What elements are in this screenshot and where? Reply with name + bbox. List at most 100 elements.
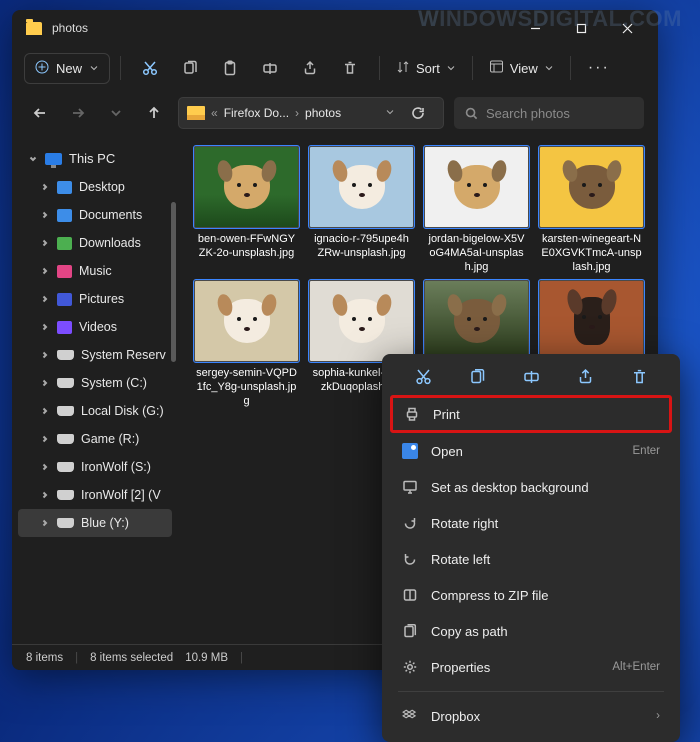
ctx-compress[interactable]: Compress to ZIP file bbox=[388, 577, 674, 613]
back-button[interactable] bbox=[26, 99, 54, 127]
folder-icon bbox=[187, 106, 205, 120]
ctx-quick-actions bbox=[388, 362, 674, 395]
ctx-rotate-left[interactable]: Rotate left bbox=[388, 541, 674, 577]
sidebar-this-pc[interactable]: This PC bbox=[12, 144, 178, 173]
window-title: photos bbox=[52, 21, 512, 35]
drive-icon bbox=[57, 350, 74, 360]
share-icon[interactable] bbox=[577, 368, 594, 385]
chevron-down-icon[interactable] bbox=[385, 106, 395, 120]
folder-icon bbox=[26, 22, 42, 35]
forward-button[interactable] bbox=[64, 99, 92, 127]
copy-icon[interactable] bbox=[469, 368, 486, 385]
music-icon bbox=[57, 265, 72, 278]
ctx-copy-path[interactable]: Copy as path bbox=[388, 613, 674, 649]
maximize-button[interactable] bbox=[558, 13, 604, 43]
drive-icon bbox=[57, 434, 74, 444]
sort-button[interactable]: Sort bbox=[390, 54, 462, 83]
divider bbox=[379, 56, 380, 80]
minimize-button[interactable] bbox=[512, 13, 558, 43]
sidebar-item-drive[interactable]: Local Disk (G:) bbox=[12, 397, 178, 425]
rename-icon[interactable] bbox=[523, 368, 540, 385]
nav-row: « Firefox Do... › photos Search photos bbox=[12, 90, 658, 136]
close-button[interactable] bbox=[604, 13, 650, 43]
context-menu: Print Open Enter Set as desktop backgrou… bbox=[382, 354, 680, 742]
sidebar-item-pictures[interactable]: Pictures bbox=[12, 285, 178, 313]
sidebar-item-music[interactable]: Music bbox=[12, 257, 178, 285]
sidebar-item-drive[interactable]: System Reserv bbox=[12, 341, 178, 369]
cut-icon[interactable] bbox=[415, 368, 432, 385]
drive-icon bbox=[57, 518, 74, 528]
ctx-dropbox[interactable]: Dropbox › bbox=[388, 698, 674, 734]
file-item[interactable]: sergey-semin-VQPD1fc_Y8g-unsplash.jpg bbox=[194, 280, 299, 408]
ctx-set-background[interactable]: Set as desktop background bbox=[388, 469, 674, 505]
drive-icon bbox=[57, 462, 74, 472]
recent-button[interactable] bbox=[102, 99, 130, 127]
file-name: sergey-semin-VQPD1fc_Y8g-unsplash.jpg bbox=[194, 367, 299, 408]
sidebar-item-desktop[interactable]: Desktop bbox=[12, 173, 178, 201]
status-selected: 8 items selected bbox=[90, 652, 173, 664]
sidebar-item-documents[interactable]: Documents bbox=[12, 201, 178, 229]
chevron-right-icon: › bbox=[295, 106, 299, 120]
properties-icon bbox=[402, 659, 418, 675]
view-button[interactable]: View bbox=[483, 53, 560, 83]
videos-icon bbox=[57, 321, 72, 334]
chevron-down-icon bbox=[89, 61, 99, 76]
downloads-icon bbox=[57, 237, 72, 250]
chevron-right-icon: › bbox=[656, 710, 660, 722]
sidebar-item-downloads[interactable]: Downloads bbox=[12, 229, 178, 257]
search-input[interactable]: Search photos bbox=[454, 97, 644, 129]
delete-button[interactable] bbox=[331, 52, 369, 84]
cut-button[interactable] bbox=[131, 52, 169, 84]
pictures-icon bbox=[57, 293, 72, 306]
open-icon bbox=[402, 443, 418, 459]
breadcrumb-current[interactable]: photos bbox=[305, 106, 341, 120]
sort-label: Sort bbox=[416, 61, 440, 76]
chevron-down-icon bbox=[544, 61, 554, 76]
crumb-sep: « bbox=[211, 106, 218, 120]
ctx-rotate-right[interactable]: Rotate right bbox=[388, 505, 674, 541]
scrollbar[interactable] bbox=[171, 202, 176, 362]
print-icon bbox=[404, 406, 420, 422]
drive-icon bbox=[57, 378, 74, 388]
sidebar-item-drive[interactable]: IronWolf (S:) bbox=[12, 453, 178, 481]
up-button[interactable] bbox=[140, 99, 168, 127]
rotate-right-icon bbox=[402, 515, 418, 531]
titlebar: photos bbox=[12, 10, 658, 46]
ctx-open[interactable]: Open Enter bbox=[388, 433, 674, 469]
rename-button[interactable] bbox=[251, 52, 289, 84]
sort-icon bbox=[396, 60, 410, 77]
sidebar-item-videos[interactable]: Videos bbox=[12, 313, 178, 341]
refresh-button[interactable] bbox=[401, 106, 435, 120]
search-placeholder: Search photos bbox=[486, 106, 570, 121]
file-name: karsten-winegeart-NE0XGVKTmcA-unsplash.j… bbox=[539, 233, 644, 274]
drive-icon bbox=[57, 490, 74, 500]
file-item[interactable]: ignacio-r-795upe4hZRw-unsplash.jpg bbox=[309, 146, 414, 274]
paste-button[interactable] bbox=[211, 52, 249, 84]
delete-icon[interactable] bbox=[631, 368, 648, 385]
ctx-print[interactable]: Print bbox=[390, 395, 672, 433]
file-item[interactable]: ben-owen-FFwNGYZK-2o-unsplash.jpg bbox=[194, 146, 299, 274]
desktop-icon bbox=[402, 479, 418, 495]
breadcrumb-parent[interactable]: Firefox Do... bbox=[224, 106, 289, 120]
new-button[interactable]: New bbox=[24, 53, 110, 84]
file-item[interactable]: jordan-bigelow-X5VoG4MA5aI-unsplash.jpg bbox=[424, 146, 529, 274]
ctx-properties[interactable]: Properties Alt+Enter bbox=[388, 649, 674, 685]
sidebar-item-drive[interactable]: Blue (Y:) bbox=[18, 509, 172, 537]
sidebar-item-drive[interactable]: Game (R:) bbox=[12, 425, 178, 453]
separator bbox=[398, 691, 664, 692]
address-bar[interactable]: « Firefox Do... › photos bbox=[178, 97, 444, 129]
view-label: View bbox=[510, 61, 538, 76]
desktop-icon bbox=[57, 181, 72, 194]
copy-button[interactable] bbox=[171, 52, 209, 84]
sidebar: This PC Desktop Documents Downloads Musi… bbox=[12, 136, 178, 634]
documents-icon bbox=[57, 209, 72, 222]
sidebar-item-drive[interactable]: IronWolf [2] (V bbox=[12, 481, 178, 509]
sidebar-item-drive[interactable]: System (C:) bbox=[12, 369, 178, 397]
file-item[interactable]: karsten-winegeart-NE0XGVKTmcA-unsplash.j… bbox=[539, 146, 644, 274]
copy-path-icon bbox=[402, 623, 418, 639]
dropbox-icon bbox=[402, 708, 418, 724]
zip-icon bbox=[402, 587, 418, 603]
divider bbox=[120, 56, 121, 80]
share-button[interactable] bbox=[291, 52, 329, 84]
more-button[interactable]: ··· bbox=[581, 59, 617, 77]
